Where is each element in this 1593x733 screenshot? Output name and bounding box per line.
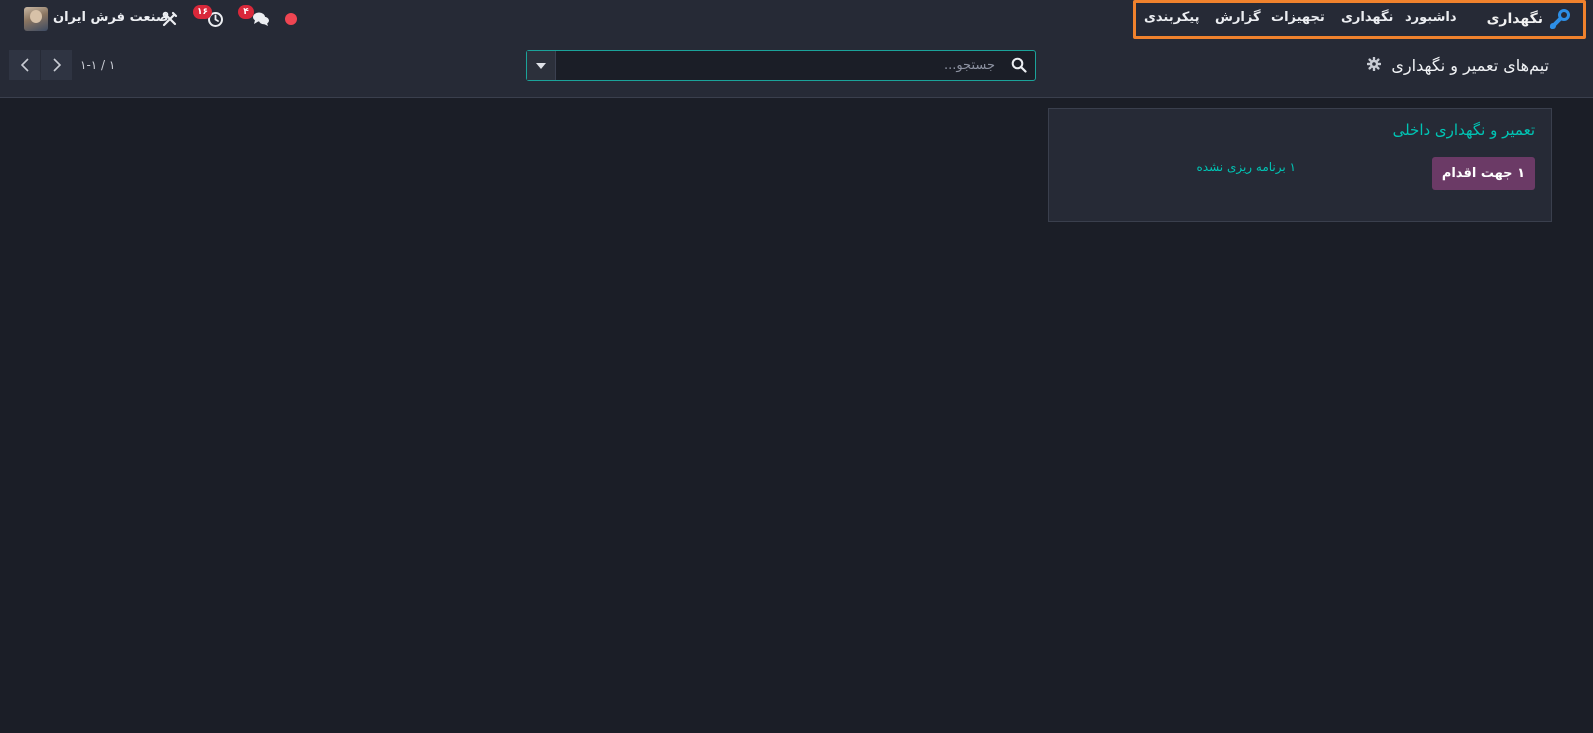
- app-brand[interactable]: نگهداری: [1487, 6, 1571, 32]
- pager-value[interactable]: ۱-۱ / ۱: [80, 58, 115, 72]
- company-switcher[interactable]: صنعت فرش ایران: [53, 10, 169, 25]
- activity-count-badge: ۱۶: [193, 5, 212, 19]
- maintenance-team-card[interactable]: تعمیر و نگهداری داخلی ۱ جهت اقدام ۱ برنا…: [1048, 108, 1552, 222]
- messages-chat-icon[interactable]: [252, 10, 270, 27]
- page-title: تیم‌های تعمیر و نگهداری: [1391, 56, 1549, 75]
- menu-configuration[interactable]: پیکربندی: [1144, 10, 1199, 25]
- search-icon[interactable]: [1011, 57, 1027, 73]
- menu-reporting[interactable]: گزارش: [1215, 10, 1261, 25]
- search-options-toggle[interactable]: [527, 51, 556, 80]
- to-do-button[interactable]: ۱ جهت اقدام: [1431, 157, 1535, 190]
- pager-next-button[interactable]: [41, 50, 72, 80]
- debug-tools-icon[interactable]: [162, 11, 178, 27]
- app-name: نگهداری: [1486, 11, 1543, 27]
- main-navbar: نگهداری داشبورد نگهداری تجهیزات گزارش پی…: [0, 0, 1593, 40]
- search-input[interactable]: [557, 51, 1001, 80]
- pager-previous-button[interactable]: [9, 50, 40, 80]
- chevron-left-icon: [20, 58, 29, 72]
- user-avatar[interactable]: [24, 7, 48, 31]
- team-name[interactable]: تعمیر و نگهداری داخلی: [1393, 121, 1535, 139]
- gear-icon[interactable]: [1367, 57, 1381, 71]
- chevron-right-icon: [52, 58, 61, 72]
- menu-dashboard[interactable]: داشبورد: [1405, 10, 1457, 25]
- maintenance-app-icon: [1550, 9, 1570, 29]
- caret-down-icon: [536, 62, 546, 69]
- menu-maintenance[interactable]: نگهداری: [1341, 10, 1393, 25]
- messages-count-badge: ۴: [238, 5, 254, 19]
- status-indicator-dot: [285, 13, 297, 25]
- menu-equipment[interactable]: تجهیزات: [1271, 10, 1325, 25]
- control-panel: تیم‌های تعمیر و نگهداری ۱-۱ / ۱: [0, 40, 1593, 98]
- search-bar: [526, 50, 1036, 81]
- unscheduled-link[interactable]: ۱ برنامه ریزی نشده: [1197, 160, 1297, 174]
